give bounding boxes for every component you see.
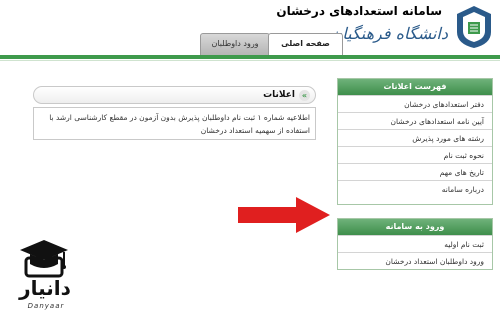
announcements-title: اعلانات — [263, 90, 295, 100]
menu-item-initial-registration[interactable]: ثبت نام اولیه — [338, 235, 492, 252]
site-title: سامانه استعدادهای درخشان — [276, 4, 442, 18]
danyaar-logo-icon — [20, 240, 68, 278]
announcement-menu: فهرست اعلانات دفتر استعدادهای درخشان آیی… — [337, 78, 493, 205]
chevron-left-icon[interactable]: « — [299, 90, 310, 101]
danyaar-brand-sub: Danyaar — [27, 302, 65, 310]
menu-item-accepted-majors[interactable]: رشته های مورد پذیرش — [338, 129, 492, 146]
danyaar-brand-text: دانیار — [19, 276, 71, 300]
tab-home[interactable]: صفحه اصلی — [268, 33, 343, 55]
login-box: ورود به سامانه ثبت نام اولیه ورود داوطلب… — [337, 218, 493, 270]
header-divider — [0, 55, 500, 59]
announcements-header: « اعلانات — [33, 86, 316, 104]
university-logo-text: دانشگاه فرهنگیان — [330, 24, 448, 43]
tab-applicant-login[interactable]: ورود داوطلبان — [200, 33, 270, 55]
menu-item-registration-guide[interactable]: نحوه ثبت نام — [338, 146, 492, 163]
header-divider-thin — [0, 60, 500, 61]
announcement-item[interactable]: اطلاعیه شماره ۱ ثبت نام داوطلبان پذیرش ب… — [33, 107, 316, 140]
university-emblem-icon — [457, 6, 491, 48]
menu-title: فهرست اعلانات — [338, 79, 492, 95]
red-arrow-icon — [238, 197, 330, 233]
announcement-text[interactable]: اطلاعیه شماره ۱ ثبت نام داوطلبان پذیرش ب… — [49, 113, 310, 135]
menu-item-regulations[interactable]: آیین نامه استعدادهای درخشان — [338, 112, 492, 129]
login-box-title: ورود به سامانه — [338, 219, 492, 235]
site-header: سامانه استعدادهای درخشان دانشگاه فرهنگیا… — [0, 0, 500, 55]
menu-item-talent-office[interactable]: دفتر استعدادهای درخشان — [338, 95, 492, 112]
menu-item-applicant-login[interactable]: ورود داوطلبان استعداد درخشان — [338, 252, 492, 269]
menu-item-about[interactable]: درباره سامانه — [338, 180, 492, 197]
menu-item-important-dates[interactable]: تاریخ های مهم — [338, 163, 492, 180]
